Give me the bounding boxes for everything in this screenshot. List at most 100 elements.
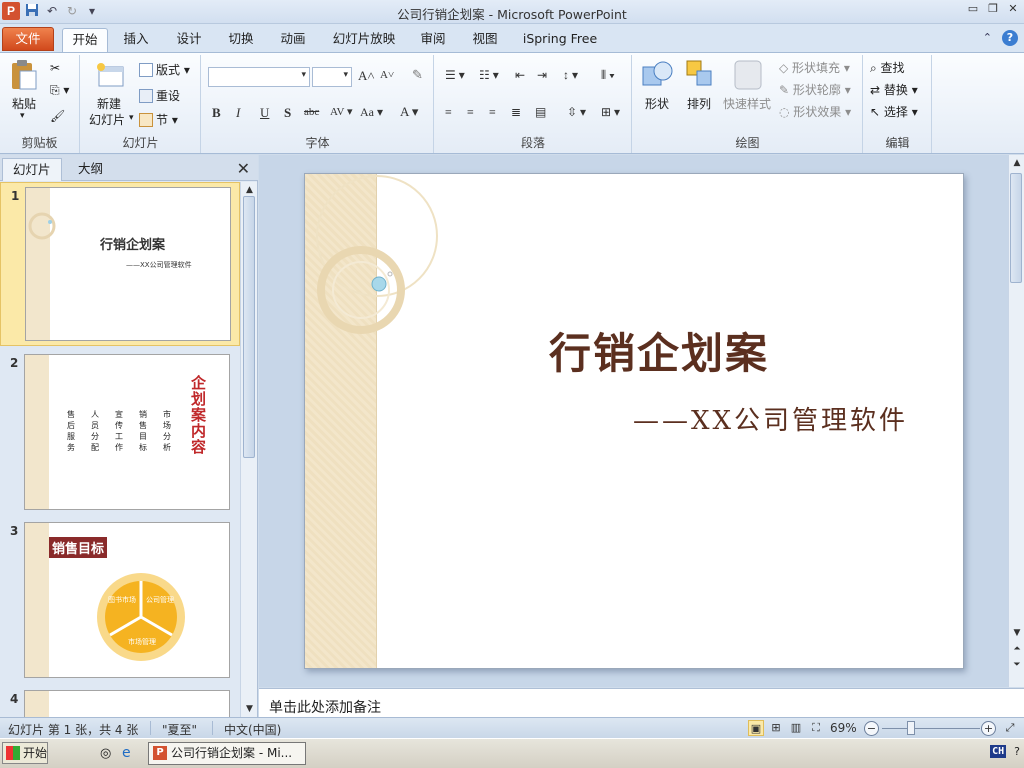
zoom-slider-thumb[interactable] [907,721,915,735]
paste-icon[interactable] [10,59,38,91]
minimize-icon[interactable]: ▭ [966,2,980,16]
slide-title[interactable]: 行销企划案 [549,320,769,381]
slide-thumbnail-2[interactable]: 企划案内容 售后服务 人员分配 宣传工作 销售目标 市场分析 [24,354,230,510]
clear-format-icon[interactable]: ✎ [412,67,423,83]
paste-dropdown-icon[interactable]: ▾ [20,111,25,121]
tab-slideshow[interactable]: 幻灯片放映 [325,28,403,52]
new-slide-label-1[interactable]: 新建 [97,95,121,112]
tray-help-icon[interactable]: ? [1014,745,1020,758]
align-text-icon[interactable]: ⊞ ▾ [601,105,620,120]
justify-icon[interactable]: ≣ [511,105,521,120]
decrease-indent-icon[interactable]: ⇤ [515,68,525,83]
shapes-label[interactable]: 形状 [645,95,669,112]
tab-insert[interactable]: 插入 [114,28,158,52]
tab-home[interactable]: 开始 [62,28,108,52]
tab-review[interactable]: 审阅 [411,28,455,52]
numbering-icon[interactable]: ☷ ▾ [479,68,499,83]
reading-view-icon[interactable]: ▥ [788,720,804,736]
new-slide-icon[interactable] [95,61,125,89]
line-spacing-icon[interactable]: ↕ ▾ [563,68,578,83]
format-painter-icon[interactable]: 🖌 [50,109,65,123]
minimize-ribbon-icon[interactable]: ⌃ [983,30,992,46]
tab-slides[interactable]: 幻灯片 [2,158,62,181]
slide-thumbnail-row-2[interactable]: 2 企划案内容 售后服务 人员分配 宣传工作 销售目标 市场分析 [0,350,240,514]
slide-editor-scrollbar[interactable]: ▲ ▼ ⏶ ⏷ [1008,155,1024,687]
align-center-icon[interactable]: ≡ [467,105,474,120]
new-slide-dropdown-icon[interactable]: ▾ [129,113,134,123]
slide-thumbnail-row-1[interactable]: 1 行销企划案 ——XX公司管理软件 [0,182,240,346]
theme-status[interactable]: "夏至" [162,721,197,738]
cut-icon[interactable]: ✂ [50,61,60,75]
taskbar-powerpoint-button[interactable]: P 公司行销企划案 - Mi... [148,742,306,765]
next-slide-icon[interactable]: ⏷ [1009,657,1024,673]
zoom-level[interactable]: 69% [830,721,857,735]
slide-thumbnail-3[interactable]: 销售目标 图书市场 公司管理 市场管理 [24,522,230,678]
quick-styles-icon[interactable] [733,59,763,91]
font-size-combo[interactable] [312,67,352,87]
tab-view[interactable]: 视图 [463,28,507,52]
slide-thumbnail-row-4[interactable]: 4 [0,686,240,717]
zoom-in-icon[interactable]: + [981,721,996,736]
slides-panel-scrollbar[interactable]: ▲ ▼ [240,182,257,717]
slide-thumbnail-row-3[interactable]: 3 销售目标 图书市场 公司管理 市场管理 [0,518,240,682]
desktop-shortcut-icon[interactable]: ◎ [100,746,111,761]
tab-transitions[interactable]: 切换 [219,28,263,52]
close-panel-icon[interactable]: ✕ [237,159,250,178]
increase-indent-icon[interactable]: ⇥ [537,68,547,83]
font-color-icon[interactable]: A ▾ [400,104,418,120]
select-button[interactable]: ↖ 选择 ▾ [870,103,918,120]
normal-view-icon[interactable]: ▣ [748,720,764,736]
tab-outline[interactable]: 大纲 [68,158,113,181]
text-direction-icon[interactable]: ⇳ ▾ [567,105,586,120]
shape-fill-button[interactable]: ◇ 形状填充 ▾ [779,59,850,76]
slide-thumbnail-1[interactable]: 行销企划案 ——XX公司管理软件 [25,187,231,341]
scrollbar-thumb[interactable] [243,196,255,458]
columns-icon[interactable]: ⫴ ▾ [601,68,615,83]
tab-ispring[interactable]: iSpring Free [515,28,605,52]
bullets-icon[interactable]: ☰ ▾ [445,68,465,83]
help-icon[interactable]: ? [1002,30,1018,46]
underline-icon[interactable]: U [260,105,269,121]
shapes-icon[interactable] [641,59,673,91]
current-slide[interactable]: 行销企划案 ——XX公司管理软件 [304,173,964,669]
find-button[interactable]: ⌕ 查找 [870,59,905,76]
new-slide-label-2[interactable]: 幻灯片 [89,111,125,128]
fit-to-window-icon[interactable]: ⤢ [1002,720,1018,736]
shadow-icon[interactable]: S [284,105,291,121]
scroll-down-icon[interactable]: ▼ [241,701,258,717]
quick-styles-label[interactable]: 快速样式 [723,95,771,112]
previous-slide-icon[interactable]: ⏶ [1009,641,1024,657]
zoom-out-icon[interactable]: − [864,721,879,736]
bold-icon[interactable]: B [212,105,221,121]
tab-animations[interactable]: 动画 [271,28,315,52]
tab-design[interactable]: 设计 [167,28,211,52]
start-button[interactable]: 开始 [2,742,48,764]
shape-outline-button[interactable]: ✎ 形状轮廓 ▾ [779,81,851,98]
notes-pane[interactable]: 单击此处添加备注 [259,688,1024,717]
align-left-icon[interactable]: ≡ [445,105,452,120]
section-button[interactable]: 节 ▾ [139,111,178,128]
scroll-up-icon[interactable]: ▲ [1009,155,1024,171]
scrollbar-thumb[interactable] [1010,173,1022,283]
shrink-font-icon[interactable]: A˅ [380,69,394,81]
arrange-icon[interactable] [685,59,715,91]
change-case-icon[interactable]: Aa ▾ [360,105,383,120]
distributed-icon[interactable]: ▤ [535,105,546,120]
arrange-label[interactable]: 排列 [687,95,711,112]
zoom-slider[interactable] [882,728,980,729]
slide-subtitle[interactable]: ——XX公司管理软件 [633,400,908,437]
italic-icon[interactable]: I [236,105,240,121]
layout-button[interactable]: 版式 ▾ [139,61,190,78]
align-right-icon[interactable]: ≡ [489,105,496,120]
reset-button[interactable]: 重设 [139,87,180,104]
grow-font-icon[interactable]: A˄ [358,68,375,84]
font-name-combo[interactable] [208,67,310,87]
shape-effects-button[interactable]: ◌ 形状效果 ▾ [779,103,851,120]
tab-file[interactable]: 文件 [2,27,54,51]
char-spacing-icon[interactable]: AV ▾ [330,105,353,118]
ie-browser-icon[interactable]: e [122,745,131,761]
paste-label[interactable]: 粘贴 [12,95,36,112]
close-icon[interactable]: ✕ [1006,2,1020,16]
replace-button[interactable]: ⇄ 替换 ▾ [870,81,918,98]
restore-icon[interactable]: ❐ [986,2,1000,16]
